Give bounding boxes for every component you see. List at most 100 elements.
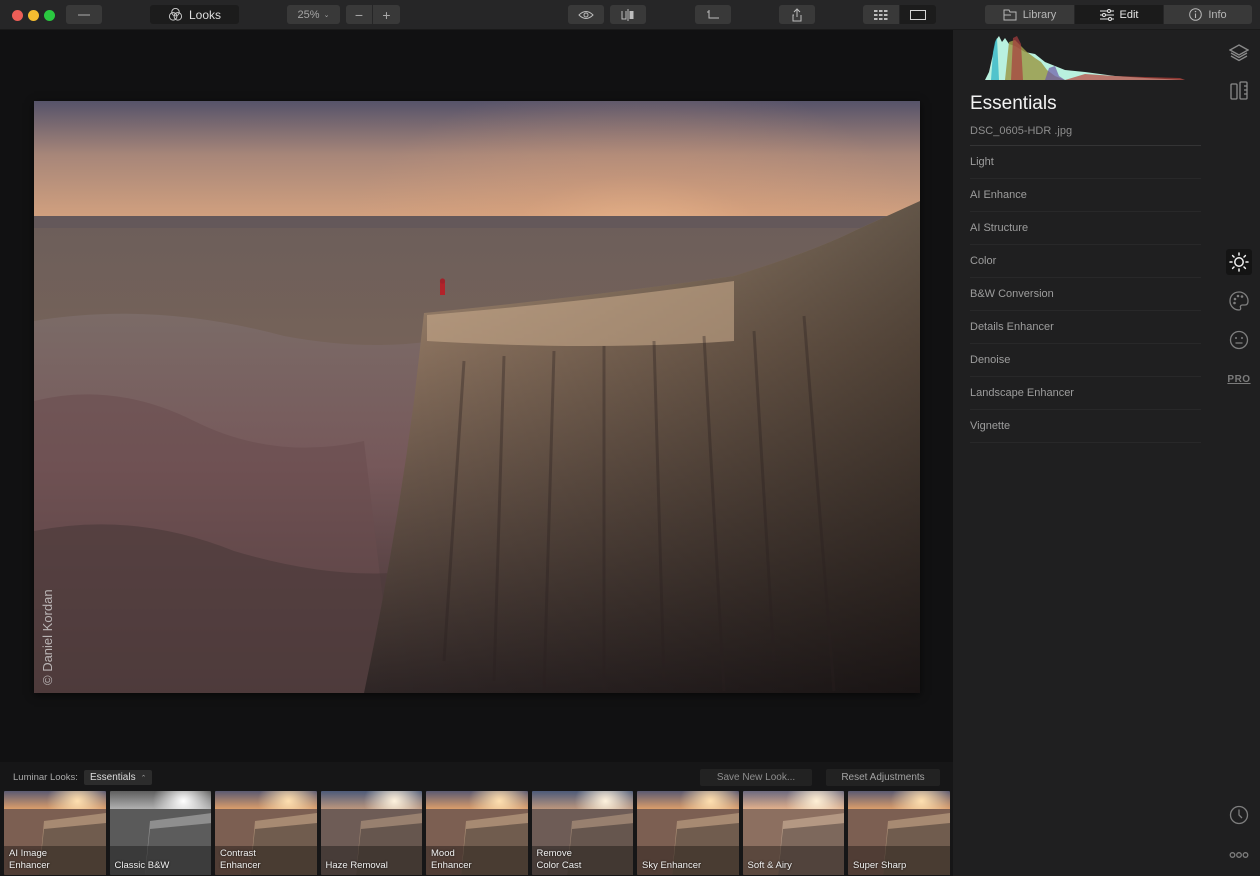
- photo-canvas[interactable]: © Daniel Kordan: [34, 101, 920, 693]
- look-thumbnail[interactable]: Super Sharp: [848, 791, 950, 875]
- pro-button[interactable]: PRO: [1226, 366, 1252, 392]
- history-button[interactable]: [1226, 802, 1252, 828]
- look-thumbnail[interactable]: Soft & Airy: [742, 791, 844, 875]
- grid-icon: [874, 9, 888, 20]
- preview-toggle-button[interactable]: [568, 5, 604, 24]
- filter-item-label: AI Enhance: [970, 189, 1027, 201]
- looks-bar: Luminar Looks: Essentials ⌃ Save New Loo…: [0, 762, 953, 876]
- look-thumbnail[interactable]: Sky Enhancer: [637, 791, 739, 875]
- share-button[interactable]: [779, 5, 815, 24]
- essentials-button[interactable]: [1226, 249, 1252, 275]
- filter-item-label: Landscape Enhancer: [970, 387, 1074, 399]
- maximize-window-button[interactable]: [44, 10, 55, 21]
- pro-icon: PRO: [1227, 373, 1251, 385]
- look-name: Sky Enhancer: [642, 860, 702, 871]
- single-view-button[interactable]: [900, 5, 936, 24]
- tab-info-label: Info: [1208, 8, 1227, 21]
- look-name: Haze Removal: [325, 860, 388, 871]
- face-icon: [1229, 330, 1249, 350]
- zoom-out-icon: −: [354, 6, 364, 23]
- filter-item[interactable]: Color: [970, 245, 1201, 278]
- filter-list: Light AI Enhance AI Structure Color B&W Conv…: [970, 146, 1201, 443]
- portrait-button[interactable]: [1226, 327, 1252, 353]
- sun-icon: [1229, 252, 1249, 272]
- look-name: AI Image Enhancer: [9, 848, 50, 871]
- looks-category-value: Essentials: [90, 772, 136, 783]
- look-name: Remove Color Cast: [536, 848, 582, 871]
- eye-icon: [578, 10, 594, 19]
- chevron-down-icon: ⌄: [323, 11, 330, 19]
- zoom-out-button[interactable]: −: [346, 5, 372, 24]
- crop-button[interactable]: [695, 5, 731, 24]
- save-new-look-button[interactable]: Save New Look...: [700, 769, 812, 786]
- filter-item-label: Light: [970, 156, 994, 168]
- zoom-in-button[interactable]: +: [373, 5, 400, 24]
- look-thumbnail[interactable]: Classic B&W: [109, 791, 211, 875]
- edit-panel: Essentials DSC_0605-HDR .jpg Light AI Enh…: [953, 30, 1216, 876]
- filter-item[interactable]: Landscape Enhancer: [970, 377, 1201, 410]
- look-thumbnail[interactable]: Mood Enhancer: [426, 791, 528, 875]
- looks-category-label: Luminar Looks:: [13, 772, 78, 783]
- tab-edit[interactable]: Edit: [1075, 5, 1163, 24]
- library-icon: [1003, 9, 1017, 20]
- image-viewer: © Daniel Kordan: [0, 30, 953, 762]
- look-name: Super Sharp: [853, 860, 907, 871]
- compare-button[interactable]: [610, 5, 646, 24]
- minus-icon: [78, 13, 90, 16]
- filter-item-label: AI Structure: [970, 222, 1029, 234]
- filter-item[interactable]: Details Enhancer: [970, 311, 1201, 344]
- look-thumbnail[interactable]: AI Image Enhancer: [4, 791, 106, 875]
- grid-view-button[interactable]: [863, 5, 899, 24]
- creative-button[interactable]: [1226, 288, 1252, 314]
- more-button[interactable]: [1226, 842, 1252, 868]
- look-thumbnail[interactable]: Remove Color Cast: [531, 791, 633, 875]
- look-name: Mood Enhancer: [431, 848, 472, 871]
- canvas-button[interactable]: [1226, 78, 1252, 104]
- filter-item-label: Vignette: [970, 420, 1011, 432]
- looks-button[interactable]: Looks: [150, 5, 239, 24]
- more-icon: [1229, 852, 1249, 858]
- crop-icon: [707, 9, 719, 18]
- filter-item[interactable]: B&W Conversion: [970, 278, 1201, 311]
- canvas-icon: [1230, 81, 1248, 100]
- file-name: DSC_0605-HDR .jpg: [970, 125, 1073, 137]
- toolbar: Looks 25% ⌄ − + Library Edit Info: [0, 0, 1260, 30]
- filter-item-label: Details Enhancer: [970, 321, 1054, 333]
- look-name: Classic B&W: [114, 860, 170, 871]
- filter-item[interactable]: AI Structure: [970, 212, 1201, 245]
- sidebar-toggle-button[interactable]: [66, 5, 102, 24]
- histogram: [985, 36, 1185, 80]
- layers-icon: [1229, 44, 1249, 62]
- palette-icon: [1229, 291, 1249, 311]
- layers-button[interactable]: [1226, 40, 1252, 66]
- landscape-photo: [34, 101, 920, 693]
- filter-item[interactable]: Vignette: [970, 410, 1201, 443]
- tab-library-label: Library: [1022, 8, 1057, 21]
- look-name: Soft & Airy: [747, 860, 792, 871]
- look-name: Contrast Enhancer: [220, 848, 261, 871]
- filter-item[interactable]: AI Enhance: [970, 179, 1201, 212]
- looks-thumbnails: AI Image Enhancer Classic B&W Contrast Enh…: [4, 791, 950, 875]
- looks-icon: [168, 7, 183, 21]
- compare-split-icon: [621, 8, 634, 21]
- zoom-level-value: 25%: [297, 8, 320, 21]
- panel-icon-strip: PRO: [1216, 30, 1260, 876]
- filter-item-label: B&W Conversion: [970, 288, 1054, 300]
- chevron-up-icon: ⌃: [140, 774, 147, 782]
- zoom-in-icon: +: [382, 6, 391, 23]
- filter-item[interactable]: Denoise: [970, 344, 1201, 377]
- tab-edit-label: Edit: [1119, 8, 1139, 21]
- looks-category-select[interactable]: Essentials ⌃: [84, 770, 152, 785]
- share-icon: [792, 7, 802, 21]
- filter-item-label: Color: [970, 255, 997, 267]
- info-icon: [1189, 8, 1203, 21]
- reset-adjustments-button[interactable]: Reset Adjustments: [826, 769, 940, 786]
- zoom-level-select[interactable]: 25% ⌄: [287, 5, 340, 24]
- close-window-button[interactable]: [12, 10, 23, 21]
- tab-info[interactable]: Info: [1164, 5, 1252, 24]
- filter-item[interactable]: Light: [970, 146, 1201, 179]
- look-thumbnail[interactable]: Haze Removal: [320, 791, 422, 875]
- tab-library[interactable]: Library: [985, 5, 1074, 24]
- minimize-window-button[interactable]: [28, 10, 39, 21]
- look-thumbnail[interactable]: Contrast Enhancer: [215, 791, 317, 875]
